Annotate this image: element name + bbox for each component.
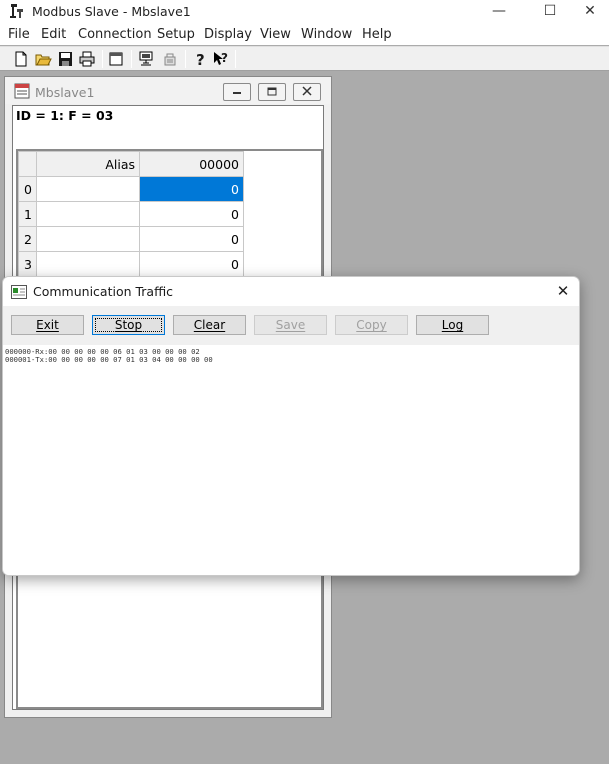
value-cell[interactable]: 0 xyxy=(139,251,244,277)
traffic-log-area[interactable]: 000000-Rx:00 00 00 00 00 06 01 03 00 00 … xyxy=(3,345,579,575)
log-button[interactable]: Log xyxy=(416,315,489,335)
child-title: Mbslave1 xyxy=(35,85,95,100)
menu-edit[interactable]: Edit xyxy=(41,27,66,42)
app-title-bar: Modbus Slave - Mbslave1 — ☐ ✕ xyxy=(0,0,609,25)
disconnect-icon[interactable] xyxy=(161,50,179,68)
menu-connection[interactable]: Connection xyxy=(78,27,152,42)
window-icon[interactable] xyxy=(107,50,125,68)
save-button[interactable]: Save xyxy=(254,315,327,335)
svg-text:?: ? xyxy=(196,51,205,68)
dialog-title-bar: Communication Traffic ✕ xyxy=(3,277,579,306)
child-title-bar: Mbslave1 xyxy=(5,77,331,104)
value-cell[interactable]: 0 xyxy=(139,201,244,227)
communication-traffic-dialog: Communication Traffic ✕ Exit Stop Clear … xyxy=(2,276,580,576)
grid-header-row: Alias 00000 xyxy=(18,151,244,177)
new-document-icon[interactable] xyxy=(12,50,30,68)
toolbar: ? ? xyxy=(0,46,609,71)
grid-corner-cell[interactable] xyxy=(18,151,37,177)
close-button[interactable]: ✕ xyxy=(567,0,609,25)
help-icon[interactable]: ? xyxy=(191,50,209,68)
toolbar-separator xyxy=(102,50,103,68)
menu-help[interactable]: Help xyxy=(362,27,392,42)
row-header[interactable]: 1 xyxy=(18,201,37,227)
register-table: Alias 00000 0 0 1 0 2 0 3 0 xyxy=(18,151,244,277)
table-row: 3 0 xyxy=(18,251,244,277)
address-column-header[interactable]: 00000 xyxy=(139,151,244,177)
menu-view[interactable]: View xyxy=(260,27,291,42)
alias-column-header[interactable]: Alias xyxy=(36,151,140,177)
open-folder-icon[interactable] xyxy=(34,50,52,68)
table-row: 0 0 xyxy=(18,176,244,202)
toolbar-separator xyxy=(131,50,132,68)
row-header[interactable]: 3 xyxy=(18,251,37,277)
stop-button[interactable]: Stop xyxy=(92,315,165,335)
menu-window[interactable]: Window xyxy=(301,27,352,42)
connect-icon[interactable] xyxy=(137,50,155,68)
alias-cell[interactable] xyxy=(36,251,140,277)
menu-display[interactable]: Display xyxy=(204,27,252,42)
child-close-button[interactable] xyxy=(293,83,321,101)
exit-button[interactable]: Exit xyxy=(11,315,84,335)
context-help-icon[interactable]: ? xyxy=(212,50,230,68)
save-disk-icon[interactable] xyxy=(56,50,74,68)
row-header[interactable]: 0 xyxy=(18,176,37,202)
alias-cell[interactable] xyxy=(36,176,140,202)
clear-button[interactable]: Clear xyxy=(173,315,246,335)
menu-setup[interactable]: Setup xyxy=(157,27,195,42)
alias-cell[interactable] xyxy=(36,201,140,227)
table-row: 1 0 xyxy=(18,201,244,227)
toolbar-separator xyxy=(235,50,236,68)
toolbar-separator xyxy=(185,50,186,68)
traffic-window-icon xyxy=(11,284,27,299)
dialog-title: Communication Traffic xyxy=(33,284,174,299)
value-cell[interactable]: 0 xyxy=(139,226,244,252)
child-restore-button[interactable] xyxy=(258,83,286,101)
document-window-icon xyxy=(14,83,30,99)
print-icon[interactable] xyxy=(78,50,96,68)
row-header[interactable]: 2 xyxy=(18,226,37,252)
minimize-button[interactable]: — xyxy=(476,0,522,25)
app-title: Modbus Slave - Mbslave1 xyxy=(32,4,191,19)
modbus-slave-app-icon xyxy=(9,3,25,19)
dialog-close-button[interactable]: ✕ xyxy=(551,280,575,302)
menu-file[interactable]: File xyxy=(8,27,30,42)
table-row: 2 0 xyxy=(18,226,244,252)
copy-button[interactable]: Copy xyxy=(335,315,408,335)
value-cell[interactable]: 0 xyxy=(139,176,244,202)
log-line-tx: 000001-Tx:00 00 00 00 00 07 01 03 04 00 … xyxy=(5,354,213,364)
svg-text:?: ? xyxy=(221,51,228,65)
slave-id-label: ID = 1: F = 03 xyxy=(16,108,114,123)
child-minimize-button[interactable] xyxy=(223,83,251,101)
menu-bar: File Edit Connection Setup Display View … xyxy=(0,25,609,45)
alias-cell[interactable] xyxy=(36,226,140,252)
